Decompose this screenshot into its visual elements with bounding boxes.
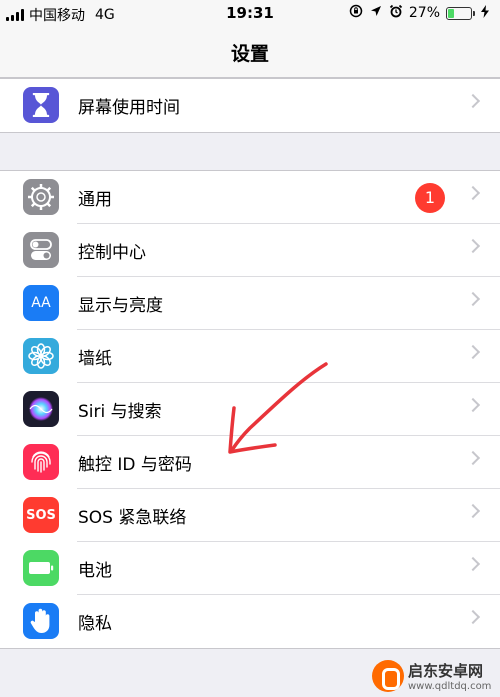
alarm-icon: [389, 4, 403, 22]
status-bar: 中国移动 4G 19:31 27%: [0, 0, 500, 26]
rotation-lock-icon: [349, 4, 363, 22]
watermark-name: 启东安卓网: [408, 662, 484, 680]
settings-group-screen-time: 屏幕使用时间: [0, 78, 500, 133]
watermark: 启东安卓网 www.qdltdq.com: [372, 655, 500, 697]
settings-row-label: 触控 ID 与密码: [78, 455, 192, 475]
settings-row-display[interactable]: AA 显示与亮度: [0, 277, 500, 330]
settings-row-label: 控制中心: [78, 243, 146, 263]
chevron-right-icon: [465, 450, 481, 466]
settings-row-battery[interactable]: 电池: [0, 542, 500, 595]
battery-percent: 27%: [408, 5, 440, 21]
settings-row-label: 屏幕使用时间: [78, 98, 180, 118]
watermark-text: 启东安卓网 www.qdltdq.com: [408, 660, 491, 692]
settings-row-wallpaper[interactable]: 墙纸: [0, 330, 500, 383]
notification-badge: 1: [415, 183, 445, 213]
settings-row-control-center[interactable]: 控制中心: [0, 224, 500, 277]
text-size-icon: AA: [23, 285, 59, 321]
toggle-icon: [23, 232, 59, 268]
gear-icon: [23, 179, 59, 215]
battery-icon: [23, 550, 59, 586]
battery-icon: [446, 6, 475, 20]
settings-group-main: 通用 1 控制中心 AA 显示与亮度 墙纸 Siri 与搜索 触控 ID 与密码…: [0, 170, 500, 649]
settings-row-label: 显示与亮度: [78, 296, 163, 316]
settings-row-touch-id[interactable]: 触控 ID 与密码: [0, 436, 500, 489]
chevron-right-icon: [465, 344, 481, 360]
settings-row-label: 电池: [78, 561, 112, 581]
settings-row-siri[interactable]: Siri 与搜索: [0, 383, 500, 436]
hand-icon: [23, 603, 59, 639]
settings-row-privacy[interactable]: 隐私: [0, 595, 500, 648]
chevron-right-icon: [465, 185, 481, 201]
hourglass-icon: [23, 87, 59, 123]
chevron-right-icon: [465, 291, 481, 307]
watermark-logo-icon: [372, 660, 404, 692]
settings-row-label: 隐私: [78, 614, 112, 634]
chevron-right-icon: [465, 556, 481, 572]
settings-row-label: Siri 与搜索: [78, 402, 162, 422]
battery-fill: [448, 8, 454, 18]
settings-row-label: 通用: [78, 190, 112, 210]
watermark-url: www.qdltdq.com: [408, 681, 492, 692]
status-right: 27%: [349, 4, 492, 22]
charging-icon: [478, 4, 492, 22]
nav-bar: 设置: [0, 26, 500, 78]
location-icon: [369, 5, 383, 21]
flower-icon: [23, 338, 59, 374]
sos-icon: SOS: [23, 497, 59, 533]
settings-row-screen-time[interactable]: 屏幕使用时间: [0, 79, 500, 132]
chevron-right-icon: [465, 503, 481, 519]
settings-row-label: SOS 紧急联络: [78, 508, 187, 528]
chevron-right-icon: [465, 609, 481, 625]
page-title: 设置: [230, 43, 269, 65]
chevron-right-icon: [465, 238, 481, 254]
siri-icon: [23, 391, 59, 427]
fingerprint-icon: [23, 444, 59, 480]
chevron-right-icon: [465, 93, 481, 109]
chevron-right-icon: [465, 397, 481, 413]
settings-row-label: 墙纸: [78, 349, 112, 369]
settings-row-general[interactable]: 通用 1: [0, 171, 500, 224]
settings-row-sos[interactable]: SOS SOS 紧急联络: [0, 489, 500, 542]
